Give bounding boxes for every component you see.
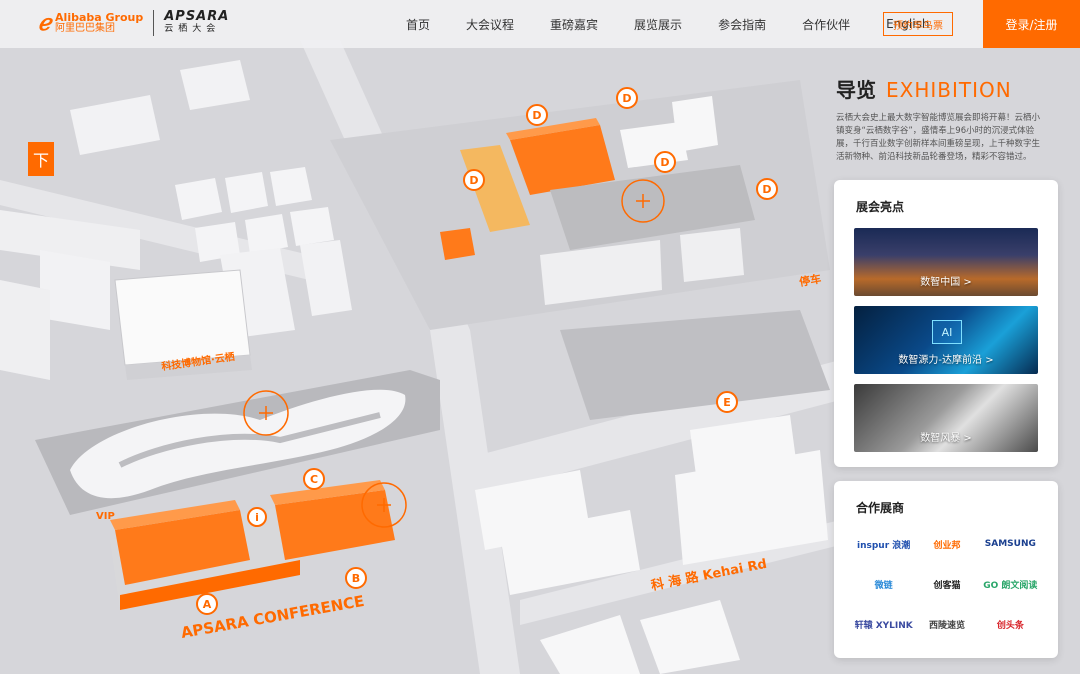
marker-a[interactable]: A [196,593,218,615]
apsara-logo: APSARA 云栖大会 [164,9,230,35]
svg-text:A: A [203,598,212,611]
svg-text:E: E [723,396,731,409]
nav-exhibition[interactable]: 展览展示 [634,16,682,33]
main-nav: 首页 大会议程 重磅嘉宾 展览展示 参会指南 合作伙伴 English [406,0,965,48]
partner-logo[interactable]: 轩辕 XYLINK [852,613,915,635]
apsara-logo-en: APSARA [164,9,230,24]
nav-guests[interactable]: 重磅嘉宾 [550,16,598,33]
nav-partners[interactable]: 合作伙伴 [802,16,850,33]
marker-d-4[interactable]: D [463,169,485,191]
marker-c[interactable]: C [303,468,325,490]
partners-panel: 合作展商 inspur 浪潮 创业邦 SAMSUNG 微链 创客猫 GO 朗文阅… [834,481,1058,658]
highlight-card-label: 数智源力-达摩前沿 > [898,355,994,366]
partner-logo[interactable]: GO 朗文阅读 [979,573,1042,595]
alibaba-group-logo: ℯ Alibaba Group 阿里巴巴集团 [38,10,143,36]
marker-d-2[interactable]: D [616,87,638,109]
logo-divider [153,10,155,36]
partners-title: 合作展商 [856,501,905,515]
svg-text:D: D [469,174,478,187]
partner-logo[interactable]: inspur 浪潮 [852,533,915,555]
marker-d-5[interactable]: D [756,178,778,200]
highlight-card-label: 数智风暴 > [920,433,972,444]
partner-logo[interactable]: 微链 [852,573,915,595]
svg-text:C: C [310,473,318,486]
highlight-card-damo-frontier[interactable]: AI 数智源力-达摩前沿 > [854,306,1038,374]
nav-home[interactable]: 首页 [406,16,430,33]
alibaba-logo-en: Alibaba Group [55,11,144,24]
ai-chip-icon: AI [932,320,962,344]
partner-logo[interactable]: 创业邦 [915,533,978,555]
highlight-card-label: 数智中国 > [920,277,972,288]
svg-text:D: D [762,183,771,196]
partner-logo[interactable]: 西陵速览 [915,613,978,635]
svg-text:D: D [660,156,669,169]
partner-logo[interactable]: SAMSUNG [979,533,1042,555]
site-logo[interactable]: ℯ Alibaba Group 阿里巴巴集团 APSARA 云栖大会 [38,10,229,36]
nav-guide[interactable]: 参会指南 [718,16,766,33]
login-register-button[interactable]: 登录/注册 [983,0,1080,48]
svg-text:D: D [532,109,541,122]
guide-title-cn: 导览 [836,78,876,102]
vip-label: VIP [96,511,115,522]
highlight-card-digital-china[interactable]: 数智中国 > [854,228,1038,296]
top-navigation-bar: ℯ Alibaba Group 阿里巴巴集团 APSARA 云栖大会 首页 大会… [0,0,1080,48]
guide-title: 导览 EXHIBITION [836,74,1012,103]
partner-logo[interactable]: 创客猫 [915,573,978,595]
svg-text:B: B [352,572,360,585]
marker-d-3[interactable]: D [654,151,676,173]
down-sign: 下 [33,151,49,170]
marker-b[interactable]: B [345,567,367,589]
nav-agenda[interactable]: 大会议程 [466,16,514,33]
partner-logo[interactable]: 创头条 [979,613,1042,635]
svg-text:i: i [255,511,259,524]
highlights-title: 展会亮点 [856,200,905,214]
early-bird-ticket-button[interactable]: 预约早鸟票 [883,12,953,36]
alibaba-logo-cn: 阿里巴巴集团 [55,23,116,34]
marker-d-1[interactable]: D [526,104,548,126]
highlight-card-digital-storm[interactable]: 数智风暴 > [854,384,1038,452]
marker-info[interactable]: i [247,507,267,527]
partner-logo-grid: inspur 浪潮 创业邦 SAMSUNG 微链 创客猫 GO 朗文阅读 轩辕 … [852,533,1042,635]
apsara-logo-cn: 云栖大会 [164,24,221,34]
guide-description: 云栖大会史上最大数字智能博览展会即将开幕！云栖小镇变身“云栖数字谷”，盛情奉上9… [836,113,1041,162]
svg-text:D: D [622,92,631,105]
marker-e[interactable]: E [716,391,738,413]
guide-title-en: EXHIBITION [886,78,1012,102]
highlights-panel: 展会亮点 数智中国 > AI 数智源力-达摩前沿 > 数智风暴 > [834,180,1058,467]
alibaba-mark-icon: ℯ [38,10,52,36]
